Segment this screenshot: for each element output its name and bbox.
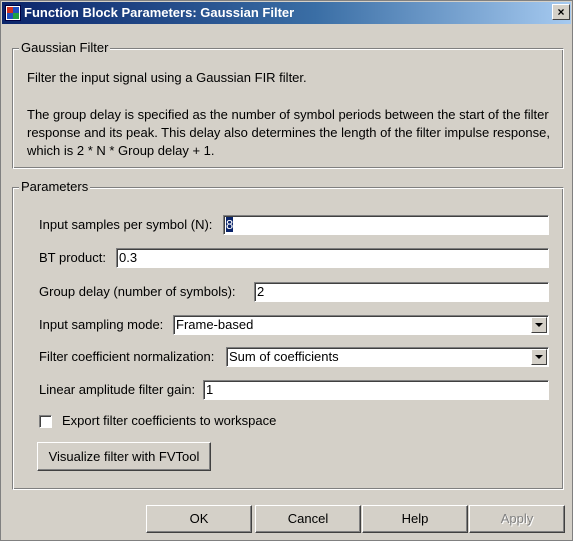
description-line-1: Filter the input signal using a Gaussian… (27, 70, 307, 85)
sampling-mode-label: Input sampling mode: (39, 317, 164, 332)
cancel-button[interactable]: Cancel (255, 505, 361, 533)
group-delay-label: Group delay (number of symbols): (39, 284, 236, 299)
normalization-select[interactable]: Sum of coefficients (226, 347, 549, 367)
normalization-label: Filter coefficient normalization: (39, 349, 215, 364)
normalization-value: Sum of coefficients (229, 349, 339, 364)
visualize-fvtool-button[interactable]: Visualize filter with FVTool (37, 442, 211, 471)
description-group-legend: Gaussian Filter (19, 40, 111, 56)
bt-product-label: BT product: (39, 250, 106, 265)
simulink-block-icon (5, 5, 21, 21)
export-coefficients-label: Export filter coefficients to workspace (62, 413, 277, 428)
input-samples-field[interactable]: 8 (223, 215, 549, 235)
help-button[interactable]: Help (362, 505, 468, 533)
input-samples-value: 8 (226, 217, 234, 232)
input-samples-label: Input samples per symbol (N): (39, 217, 213, 232)
bt-product-field[interactable]: 0.3 (116, 248, 549, 268)
chevron-down-icon[interactable] (531, 317, 547, 333)
parameters-group-legend: Parameters (19, 179, 91, 195)
group-delay-field[interactable]: 2 (254, 282, 549, 302)
sampling-mode-select[interactable]: Frame-based (173, 315, 549, 335)
ok-button[interactable]: OK (146, 505, 252, 533)
dialog-window: Function Block Parameters: Gaussian Filt… (0, 0, 573, 541)
sampling-mode-value: Frame-based (176, 317, 254, 332)
description-group: Gaussian Filter Filter the input signal … (12, 40, 564, 169)
parameters-group: Parameters Input samples per symbol (N):… (12, 179, 564, 490)
title-bar[interactable]: Function Block Parameters: Gaussian Filt… (2, 2, 571, 24)
window-title: Function Block Parameters: Gaussian Filt… (24, 5, 295, 20)
amplitude-gain-label: Linear amplitude filter gain: (39, 382, 196, 397)
close-icon[interactable]: × (552, 4, 570, 20)
apply-button[interactable]: Apply (469, 505, 565, 533)
chevron-down-icon[interactable] (531, 349, 547, 365)
amplitude-gain-field[interactable]: 1 (203, 380, 549, 400)
description-line-2: The group delay is specified as the numb… (27, 107, 550, 158)
export-coefficients-checkbox[interactable] (39, 415, 52, 428)
